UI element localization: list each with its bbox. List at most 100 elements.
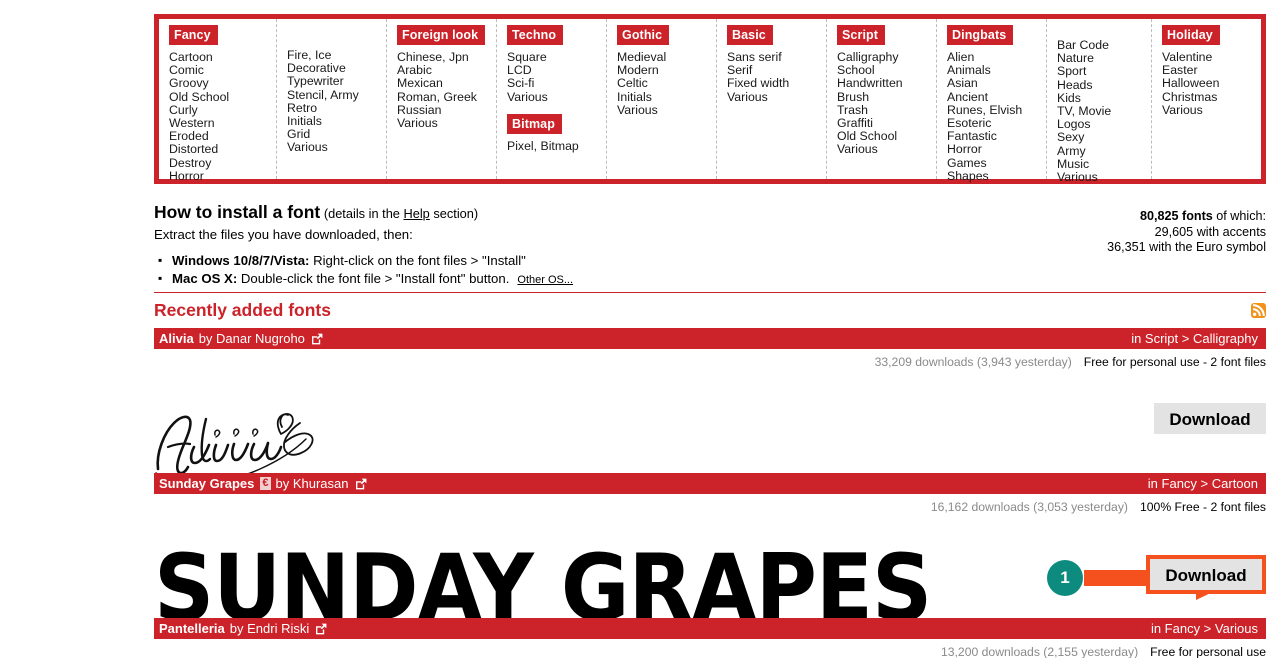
category-column-foreign-look: Foreign look Chinese, Jpn Arabic Mexican… (387, 19, 497, 179)
other-os-link[interactable]: Other OS... (517, 274, 573, 286)
category-item[interactable]: Brush (837, 90, 936, 104)
font-row-title-group: Sunday Grapes € by Khurasan (159, 473, 367, 494)
category-list-fancy: Cartoon Comic Groovy Old School Curly We… (169, 50, 276, 183)
font-name-link[interactable]: Alivia (159, 328, 194, 349)
category-item[interactable]: Sexy (1057, 131, 1151, 144)
category-item[interactable]: Ancient (947, 90, 1046, 104)
font-author[interactable]: by Endri Riski (230, 618, 309, 639)
install-subtitle: (details in the Help section) (320, 206, 478, 221)
category-item[interactable]: Pixel, Bitmap (507, 139, 606, 153)
category-item[interactable]: Games (947, 156, 1046, 170)
install-step-windows: Windows 10/8/7/Vista: Right-click on the… (158, 251, 854, 270)
category-heading-techno[interactable]: Techno (507, 25, 564, 45)
category-item[interactable]: Various (1057, 170, 1151, 184)
category-list-fancy-2: Fire, Ice Decorative Typewriter Stencil,… (287, 25, 386, 155)
font-count-total-number: 80,825 fonts (1140, 209, 1213, 223)
category-heading-script[interactable]: Script (837, 25, 886, 45)
category-heading-gothic[interactable]: Gothic (617, 25, 670, 45)
font-row-sunday-grapes: Sunday Grapes € by Khurasan in Fancy > C… (154, 473, 1266, 636)
category-item[interactable]: Distorted (169, 143, 276, 156)
font-category-link[interactable]: in Fancy > Various (1151, 618, 1258, 639)
font-author[interactable]: by Danar Nugroho (199, 328, 305, 349)
category-item[interactable]: Various (617, 103, 716, 117)
category-item[interactable]: Handwritten (837, 77, 936, 90)
font-category-link[interactable]: in Script > Calligraphy (1131, 328, 1258, 349)
category-item[interactable]: Army (1057, 144, 1151, 158)
category-list-dingbats-2: Bar Code Nature Sport Heads Kids TV, Mov… (1057, 25, 1151, 184)
font-categories-box: Fancy Cartoon Comic Groovy Old School Cu… (154, 14, 1266, 184)
category-list-holiday: Valentine Easter Halloween Christmas Var… (1162, 50, 1262, 117)
category-item[interactable]: Initials (617, 90, 716, 104)
category-item[interactable]: Various (727, 90, 826, 104)
category-item[interactable]: Horror (169, 169, 276, 183)
help-link[interactable]: Help (403, 206, 429, 221)
category-item[interactable]: Horror (947, 143, 1046, 156)
install-title: How to install a font (154, 202, 321, 222)
download-button-alivia[interactable]: Download (1154, 403, 1266, 434)
category-item[interactable]: Various (507, 90, 606, 104)
category-heading-foreign-look[interactable]: Foreign look (397, 25, 486, 45)
font-name-link[interactable]: Pantelleria (159, 618, 225, 639)
font-counts: 80,825 fonts of which: 29,605 with accen… (1107, 209, 1266, 256)
category-list-dingbats: Alien Animals Asian Ancient Runes, Elvis… (947, 50, 1046, 183)
license-text: 100% Free - 2 font files (1140, 500, 1266, 514)
category-item[interactable]: Roman, Greek (397, 90, 496, 104)
external-link-icon[interactable] (355, 478, 367, 490)
category-column-fancy: Fancy Cartoon Comic Groovy Old School Cu… (159, 19, 277, 183)
category-item[interactable]: Various (397, 116, 496, 130)
category-heading-basic[interactable]: Basic (727, 25, 773, 45)
euro-symbol-badge: € (260, 477, 271, 490)
mac-text: Double-click the font file > "Install fo… (237, 271, 510, 286)
category-list-script: Calligraphy School Handwritten Brush Tra… (837, 50, 936, 157)
install-subtitle-pre: (details in the (323, 206, 404, 221)
category-item[interactable]: Groovy (169, 77, 276, 90)
font-name-link[interactable]: Sunday Grapes (159, 473, 254, 494)
category-list-bitmap: Pixel, Bitmap (507, 139, 606, 153)
category-item[interactable]: Heads (1057, 78, 1151, 92)
category-item[interactable]: Typewriter (287, 75, 386, 88)
category-item[interactable]: Destroy (169, 156, 276, 170)
font-row-header: Alivia by Danar Nugroho in Script > Call… (154, 328, 1266, 349)
category-item[interactable]: Stencil, Army (287, 88, 386, 102)
font-row-header: Sunday Grapes € by Khurasan in Fancy > C… (154, 473, 1266, 494)
category-item[interactable]: Asian (947, 77, 1046, 90)
category-item[interactable]: Shapes (947, 169, 1046, 183)
category-list-basic: Sans serif Serif Fixed width Various (727, 50, 826, 104)
category-list-gothic: Medieval Modern Celtic Initials Various (617, 50, 716, 117)
category-item[interactable]: Mexican (397, 77, 496, 90)
font-row-meta: 33,209 downloads (3,943 yesterday) Free … (154, 349, 1266, 369)
category-heading-dingbats[interactable]: Dingbats (947, 25, 1014, 45)
font-row-header: Pantelleria by Endri Riski in Fancy > Va… (154, 618, 1266, 639)
font-row-title-group: Pantelleria by Endri Riski (159, 618, 327, 639)
category-item[interactable]: Christmas (1162, 90, 1262, 104)
category-item[interactable]: Celtic (617, 77, 716, 90)
category-item[interactable]: Sport (1057, 65, 1151, 78)
page-root: Fancy Cartoon Comic Groovy Old School Cu… (0, 0, 1280, 658)
install-step-mac: Mac OS X: Double-click the font file > "… (158, 269, 854, 289)
category-item[interactable]: Various (287, 141, 386, 154)
rss-icon[interactable] (1251, 303, 1266, 318)
mac-label: Mac OS X: (172, 271, 238, 286)
external-link-icon[interactable] (315, 623, 327, 635)
font-count-accents: 29,605 with accents (1154, 224, 1266, 239)
font-count-euro: 36,351 with the Euro symbol (1107, 240, 1266, 254)
category-item[interactable]: Fixed width (727, 77, 826, 90)
font-category-link[interactable]: in Fancy > Cartoon (1148, 473, 1258, 494)
category-heading-holiday[interactable]: Holiday (1162, 25, 1220, 45)
category-heading-bitmap[interactable]: Bitmap (507, 113, 562, 134)
category-item[interactable]: Sci-fi (507, 77, 606, 90)
category-item[interactable]: Halloween (1162, 77, 1262, 90)
category-item[interactable]: Various (1162, 103, 1262, 117)
category-item[interactable]: Various (837, 143, 936, 156)
category-item[interactable]: Old School (169, 90, 276, 104)
font-count-total-suffix: of which: (1212, 209, 1266, 223)
section-divider (154, 292, 1266, 293)
font-author[interactable]: by Khurasan (276, 473, 349, 494)
install-instructions: How to install a font (details in the He… (154, 202, 854, 289)
page-title: Recently added fonts (154, 300, 331, 320)
download-button-sunday-grapes[interactable]: Download (1146, 555, 1266, 594)
font-row-meta: 13,200 downloads (2,155 yesterday) Free … (154, 639, 1266, 658)
download-count: 13,200 downloads (2,155 yesterday) (940, 645, 1139, 658)
external-link-icon[interactable] (311, 333, 323, 345)
category-heading-fancy[interactable]: Fancy (169, 25, 218, 45)
